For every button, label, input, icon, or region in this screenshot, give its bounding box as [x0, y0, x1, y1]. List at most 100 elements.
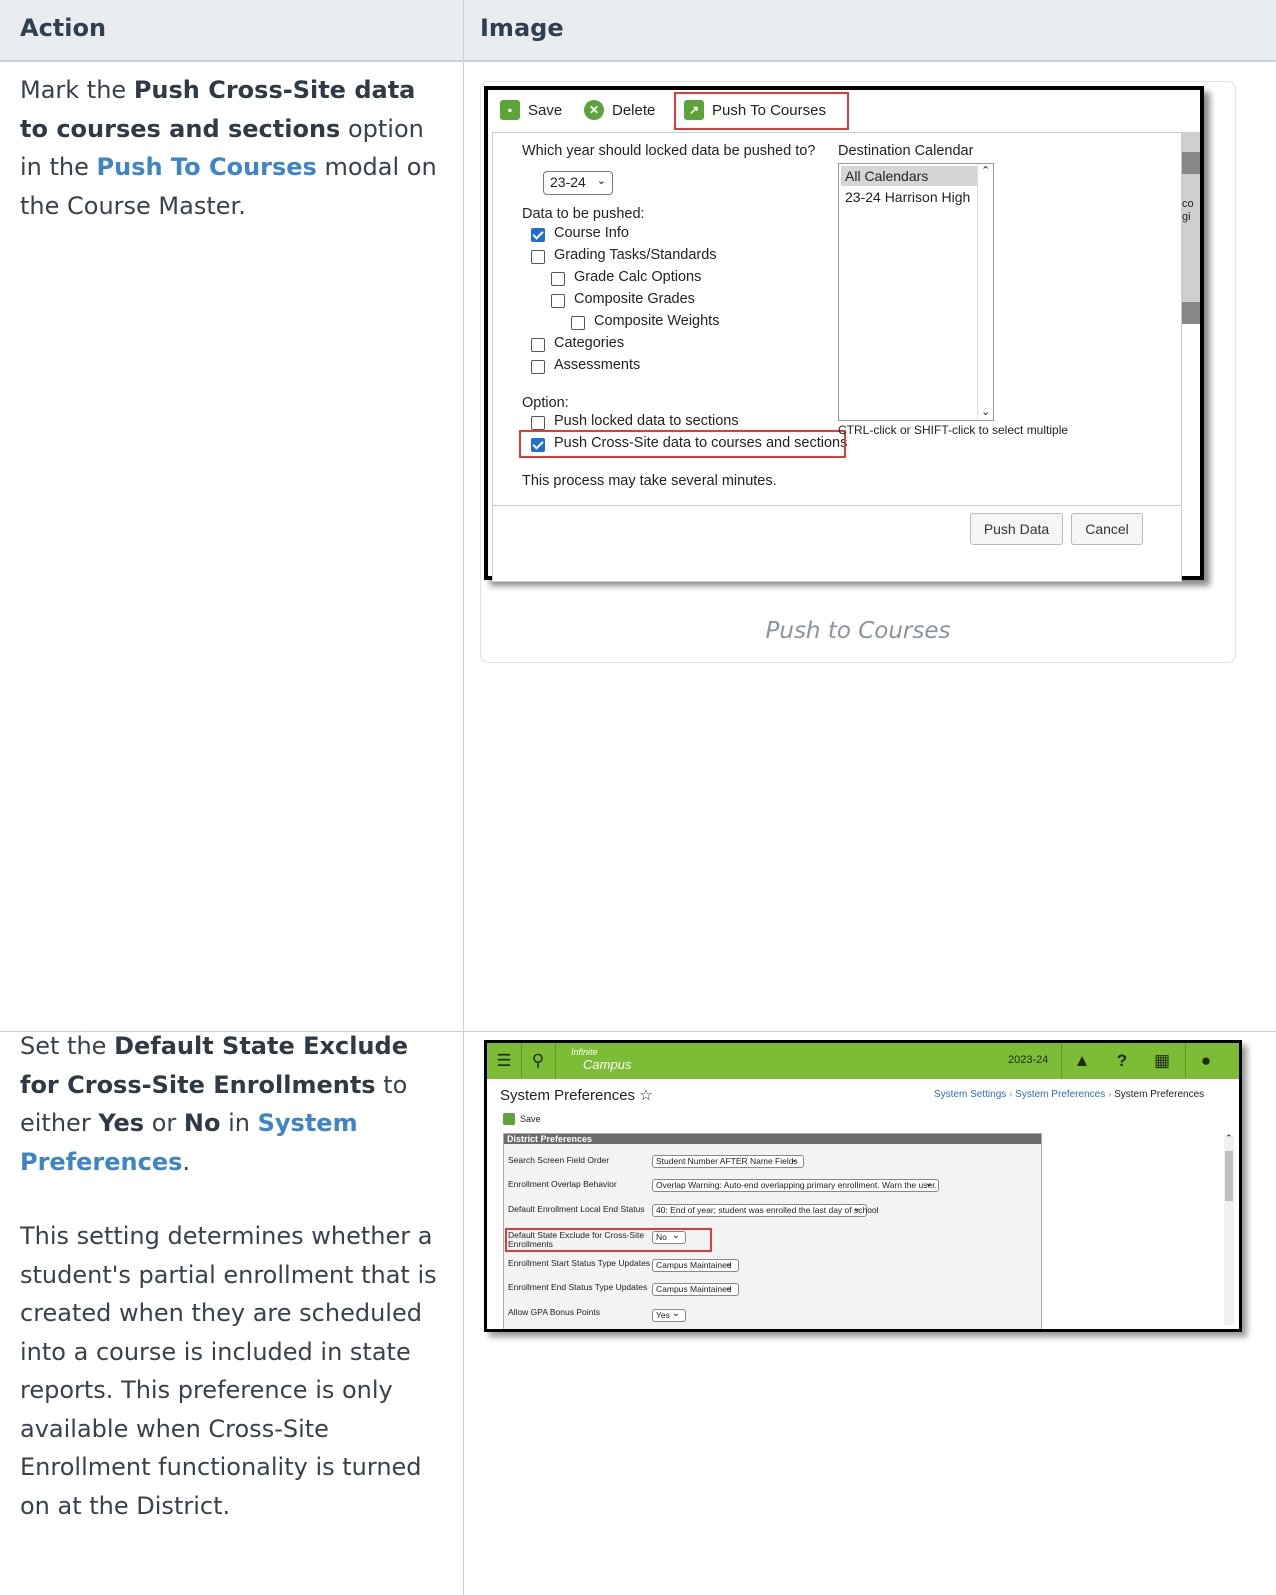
push-to-courses-screenshot: ▪ Save ✕ Delete ↗ Push To Courses Which … — [484, 86, 1204, 582]
option-text: Push locked data to sections — [554, 413, 739, 429]
checkbox-label: Assessments — [554, 357, 641, 373]
chevron-up-icon: ⌃ — [981, 165, 991, 177]
divider — [555, 1043, 556, 1079]
data-label: Data to be pushed: — [522, 206, 645, 222]
row2-action-text: Set the Default State Exclude for Cross-… — [20, 1027, 440, 1181]
pref-dropdown[interactable]: Overlap Warning: Auto-end overlapping pr… — [652, 1178, 939, 1192]
save-button[interactable]: ▪ Save — [500, 98, 562, 122]
save-label: Save — [520, 1114, 541, 1124]
section-header: District Preferences — [504, 1134, 1041, 1144]
save-icon: ▪ — [500, 100, 520, 120]
checkbox-label: Grading Tasks/Standards — [554, 247, 717, 263]
district-preferences-panel: District Preferences Search Screen Field… — [503, 1133, 1042, 1329]
checkbox-composite-grades[interactable] — [551, 294, 565, 308]
pref-dropdown[interactable]: Yes — [652, 1308, 686, 1322]
cut-text: co — [1182, 198, 1194, 210]
checkbox-course-info[interactable] — [531, 228, 545, 242]
pref-dropdown[interactable]: 40: End of year; student was enrolled th… — [652, 1203, 879, 1217]
column-divider — [463, 0, 464, 1595]
calendar-listbox[interactable]: All Calendars 23-24 Harrison High ⌃ ⌄ — [838, 163, 994, 421]
text: Set the — [20, 1032, 115, 1060]
apps-grid-icon[interactable]: ▦ — [1145, 1043, 1179, 1079]
checkbox-categories[interactable] — [531, 338, 545, 352]
logo: Campus — [583, 1057, 632, 1072]
system-preferences-screenshot: ☰ ⚲ Infinite Campus 2023-24 ▲ ? ▦ ● Syst… — [484, 1040, 1242, 1332]
push-data-button[interactable]: Push Data — [970, 513, 1063, 545]
text: or — [144, 1109, 184, 1137]
row2-description: This setting determines whether a studen… — [20, 1222, 437, 1520]
pref-label: Enrollment Start Status Type Updates — [508, 1258, 651, 1268]
checkbox-push-locked[interactable] — [531, 416, 545, 430]
delete-button[interactable]: ✕ Delete — [584, 98, 655, 122]
pref-label: Allow GPA Bonus Points — [508, 1307, 600, 1317]
save-icon — [503, 1113, 515, 1125]
calendar-option[interactable]: 23-24 Harrison High — [841, 187, 977, 207]
text: . — [182, 1147, 191, 1176]
divider — [1061, 1043, 1062, 1079]
highlight-box — [674, 92, 849, 130]
pref-label: Default Enrollment Local End Status — [508, 1204, 645, 1214]
listbox-scrollbar[interactable]: ⌃ ⌄ — [977, 164, 993, 420]
logo-top: Infinite — [571, 1047, 598, 1057]
breadcrumb-link[interactable]: System Preferences — [1015, 1089, 1105, 1100]
table-header: Action Image — [0, 0, 1276, 62]
pref-dropdown[interactable]: Campus Maintained — [652, 1258, 739, 1272]
checkbox-label: Categories — [554, 335, 625, 351]
checkbox-assessments[interactable] — [531, 360, 545, 374]
checkbox-label: Course Info — [554, 225, 629, 241]
save-button[interactable]: Save — [503, 1113, 541, 1125]
year-select[interactable]: 23-24 ⌄ — [543, 171, 613, 195]
bell-icon[interactable]: ▲ — [1065, 1043, 1099, 1079]
year-selector[interactable]: 2023-24 — [1008, 1054, 1048, 1066]
year-value: 23-24 — [550, 174, 586, 190]
pref-label: Enrollment End Status Type Updates — [508, 1282, 648, 1292]
scrollbar[interactable]: ⌃ — [1224, 1133, 1234, 1325]
header-action: Action — [20, 14, 107, 42]
chevron-down-icon: ⌄ — [981, 406, 991, 418]
toolbar: ▪ Save ✕ Delete ↗ Push To Courses — [488, 90, 1200, 130]
push-modal: Which year should locked data be pushed … — [492, 132, 1182, 582]
top-bar: ☰ ⚲ Infinite Campus 2023-24 ▲ ? ▦ ● — [487, 1043, 1239, 1079]
chevron-up-icon: ⌃ — [1225, 1133, 1233, 1143]
select-hint: CTRL-click or SHIFT-click to select mult… — [838, 423, 1069, 437]
highlight-box — [519, 430, 846, 458]
process-note: This process may take several minutes. — [522, 473, 777, 489]
checkbox-label: Grade Calc Options — [574, 269, 702, 285]
cut-text: gi — [1182, 211, 1191, 223]
menu-icon[interactable]: ☰ — [487, 1043, 521, 1079]
text: Mark the — [20, 76, 134, 104]
text: in — [220, 1109, 258, 1137]
checkbox-grade-calc[interactable] — [551, 272, 565, 286]
divider — [493, 505, 1181, 506]
pref-dropdown[interactable]: Campus Maintained — [652, 1282, 739, 1296]
save-label: Save — [528, 101, 563, 119]
header-image: Image — [480, 14, 564, 42]
pref-dropdown[interactable]: Student Number AFTER Name Fields — [652, 1154, 804, 1168]
bold-term: No — [183, 1109, 221, 1137]
checkbox-grading-tasks[interactable] — [531, 250, 545, 264]
instruction-table: Action Image Mark the Push Cross-Site da… — [0, 0, 1276, 1595]
checkbox-label: Composite Weights — [594, 313, 720, 329]
breadcrumb-current: System Preferences — [1114, 1089, 1205, 1100]
user-icon[interactable]: ● — [1189, 1043, 1223, 1079]
calendar-option[interactable]: All Calendars — [841, 166, 977, 186]
checkbox-label: Composite Grades — [574, 291, 695, 307]
breadcrumb-link[interactable]: System Settings — [934, 1089, 1006, 1100]
row1-action-text: Mark the Push Cross-Site data to courses… — [20, 71, 440, 225]
pref-label: Search Screen Field Order — [508, 1155, 610, 1165]
scroll-thumb[interactable] — [1182, 152, 1200, 174]
scroll-thumb[interactable] — [1225, 1151, 1233, 1201]
divider — [1185, 1043, 1186, 1079]
scroll-thumb[interactable] — [1182, 302, 1200, 324]
chevron-down-icon: ⌄ — [596, 175, 606, 187]
year-question: Which year should locked data be pushed … — [522, 143, 816, 159]
checkbox-composite-weights[interactable] — [571, 316, 585, 330]
push-to-courses-link[interactable]: Push To Courses — [97, 153, 317, 181]
breadcrumb: System Settings › System Preferences › S… — [934, 1089, 1204, 1100]
destination-label: Destination Calendar — [838, 143, 974, 159]
help-icon[interactable]: ? — [1105, 1043, 1139, 1079]
cancel-button[interactable]: Cancel — [1071, 513, 1143, 545]
search-icon[interactable]: ⚲ — [521, 1043, 555, 1079]
side-scrollbar[interactable] — [1182, 132, 1200, 324]
bold-term: Yes — [98, 1109, 145, 1137]
